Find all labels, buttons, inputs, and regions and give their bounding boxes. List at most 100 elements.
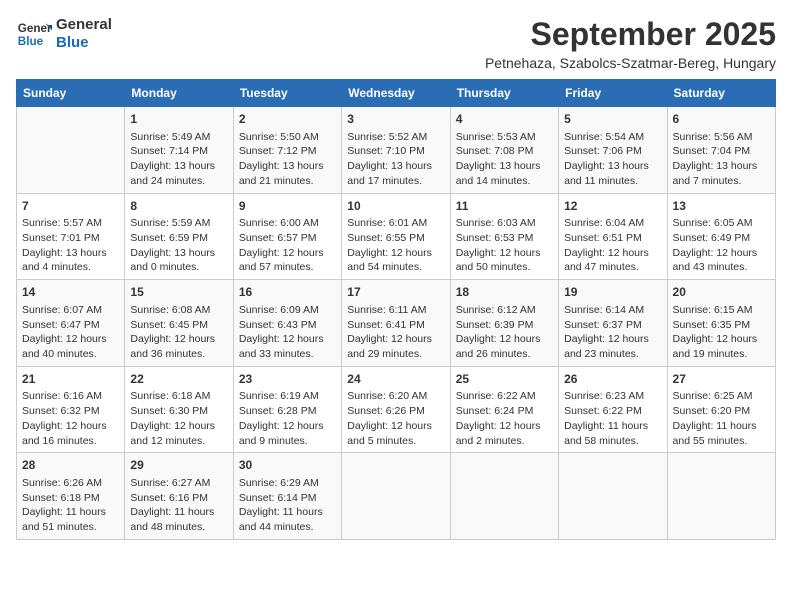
day-info: Sunrise: 5:57 AM Sunset: 7:01 PM Dayligh… xyxy=(22,216,119,275)
day-number: 29 xyxy=(130,457,227,474)
day-info: Sunrise: 6:01 AM Sunset: 6:55 PM Dayligh… xyxy=(347,216,444,275)
day-number: 28 xyxy=(22,457,119,474)
logo-text: General Blue xyxy=(56,16,112,52)
svg-text:General: General xyxy=(18,22,52,35)
calendar-week-row: 1 Sunrise: 5:49 AM Sunset: 7:14 PM Daylig… xyxy=(17,107,776,194)
calendar-cell xyxy=(450,453,558,540)
day-info: Sunrise: 6:22 AM Sunset: 6:24 PM Dayligh… xyxy=(456,389,553,448)
day-number: 16 xyxy=(239,284,336,301)
calendar-week-row: 21Sunrise: 6:16 AM Sunset: 6:32 PM Dayli… xyxy=(17,366,776,453)
title-area: September 2025 Petnehaza, Szabolcs-Szatm… xyxy=(485,16,776,71)
calendar-cell xyxy=(559,453,667,540)
calendar-week-row: 14Sunrise: 6:07 AM Sunset: 6:47 PM Dayli… xyxy=(17,280,776,367)
svg-text:Blue: Blue xyxy=(18,35,44,48)
day-number: 5 xyxy=(564,111,661,128)
day-info: Sunrise: 5:50 AM Sunset: 7:12 PM Dayligh… xyxy=(239,130,336,189)
day-number: 18 xyxy=(456,284,553,301)
calendar-cell: 24Sunrise: 6:20 AM Sunset: 6:26 PM Dayli… xyxy=(342,366,450,453)
calendar-cell: 30 Sunrise: 6:29 AM Sunset: 6:14 PM Dayli… xyxy=(233,453,341,540)
day-number: 3 xyxy=(347,111,444,128)
calendar-cell: 2 Sunrise: 5:50 AM Sunset: 7:12 PM Daylig… xyxy=(233,107,341,194)
day-info: Sunrise: 5:56 AM Sunset: 7:04 PM Dayligh… xyxy=(673,130,770,189)
day-info: Sunrise: 6:14 AM Sunset: 6:37 PM Dayligh… xyxy=(564,303,661,362)
day-info: Sunrise: 5:53 AM Sunset: 7:08 PM Dayligh… xyxy=(456,130,553,189)
day-info: Sunrise: 6:12 AM Sunset: 6:39 PM Dayligh… xyxy=(456,303,553,362)
calendar-week-row: 28Sunrise: 6:26 AM Sunset: 6:18 PM Dayli… xyxy=(17,453,776,540)
calendar-cell: 10Sunrise: 6:01 AM Sunset: 6:55 PM Dayli… xyxy=(342,193,450,280)
weekday-header: Thursday xyxy=(450,80,558,107)
day-number: 1 xyxy=(130,111,227,128)
day-info: Sunrise: 6:16 AM Sunset: 6:32 PM Dayligh… xyxy=(22,389,119,448)
day-number: 12 xyxy=(564,198,661,215)
calendar-cell: 16Sunrise: 6:09 AM Sunset: 6:43 PM Dayli… xyxy=(233,280,341,367)
day-info: Sunrise: 5:59 AM Sunset: 6:59 PM Dayligh… xyxy=(130,216,227,275)
day-number: 15 xyxy=(130,284,227,301)
logo: General Blue General Blue xyxy=(16,16,112,52)
calendar-cell: 11Sunrise: 6:03 AM Sunset: 6:53 PM Dayli… xyxy=(450,193,558,280)
calendar-cell: 6 Sunrise: 5:56 AM Sunset: 7:04 PM Daylig… xyxy=(667,107,775,194)
day-number: 25 xyxy=(456,371,553,388)
weekday-header: Wednesday xyxy=(342,80,450,107)
calendar-cell xyxy=(342,453,450,540)
day-info: Sunrise: 6:03 AM Sunset: 6:53 PM Dayligh… xyxy=(456,216,553,275)
day-number: 2 xyxy=(239,111,336,128)
header: General Blue General Blue September 2025… xyxy=(16,16,776,71)
calendar-cell: 3 Sunrise: 5:52 AM Sunset: 7:10 PM Daylig… xyxy=(342,107,450,194)
day-number: 9 xyxy=(239,198,336,215)
calendar-cell: 21Sunrise: 6:16 AM Sunset: 6:32 PM Dayli… xyxy=(17,366,125,453)
day-number: 23 xyxy=(239,371,336,388)
weekday-header: Monday xyxy=(125,80,233,107)
day-number: 24 xyxy=(347,371,444,388)
calendar-cell: 9Sunrise: 6:00 AM Sunset: 6:57 PM Daylig… xyxy=(233,193,341,280)
weekday-header: Tuesday xyxy=(233,80,341,107)
day-info: Sunrise: 6:20 AM Sunset: 6:26 PM Dayligh… xyxy=(347,389,444,448)
day-info: Sunrise: 6:18 AM Sunset: 6:30 PM Dayligh… xyxy=(130,389,227,448)
calendar-cell: 1 Sunrise: 5:49 AM Sunset: 7:14 PM Daylig… xyxy=(125,107,233,194)
day-info: Sunrise: 5:52 AM Sunset: 7:10 PM Dayligh… xyxy=(347,130,444,189)
day-info: Sunrise: 6:19 AM Sunset: 6:28 PM Dayligh… xyxy=(239,389,336,448)
day-number: 4 xyxy=(456,111,553,128)
weekday-header: Sunday xyxy=(17,80,125,107)
month-title: September 2025 xyxy=(485,16,776,53)
day-info: Sunrise: 6:29 AM Sunset: 6:14 PM Dayligh… xyxy=(239,476,336,535)
calendar-cell: 14Sunrise: 6:07 AM Sunset: 6:47 PM Dayli… xyxy=(17,280,125,367)
calendar-cell: 5Sunrise: 5:54 AM Sunset: 7:06 PM Daylig… xyxy=(559,107,667,194)
calendar-cell: 12Sunrise: 6:04 AM Sunset: 6:51 PM Dayli… xyxy=(559,193,667,280)
day-number: 11 xyxy=(456,198,553,215)
calendar-cell xyxy=(17,107,125,194)
calendar-cell: 27Sunrise: 6:25 AM Sunset: 6:20 PM Dayli… xyxy=(667,366,775,453)
calendar-cell: 23Sunrise: 6:19 AM Sunset: 6:28 PM Dayli… xyxy=(233,366,341,453)
weekday-header: Saturday xyxy=(667,80,775,107)
day-number: 13 xyxy=(673,198,770,215)
calendar-cell: 15Sunrise: 6:08 AM Sunset: 6:45 PM Dayli… xyxy=(125,280,233,367)
calendar-cell: 20 Sunrise: 6:15 AM Sunset: 6:35 PM Dayli… xyxy=(667,280,775,367)
day-number: 19 xyxy=(564,284,661,301)
calendar-table: SundayMondayTuesdayWednesdayThursdayFrid… xyxy=(16,79,776,540)
day-number: 6 xyxy=(673,111,770,128)
day-info: Sunrise: 6:15 AM Sunset: 6:35 PM Dayligh… xyxy=(673,303,770,362)
day-number: 26 xyxy=(564,371,661,388)
calendar-cell: 7Sunrise: 5:57 AM Sunset: 7:01 PM Daylig… xyxy=(17,193,125,280)
calendar-cell: 4 Sunrise: 5:53 AM Sunset: 7:08 PM Daylig… xyxy=(450,107,558,194)
calendar-cell: 19 Sunrise: 6:14 AM Sunset: 6:37 PM Dayli… xyxy=(559,280,667,367)
logo-blue: Blue xyxy=(56,34,89,51)
day-info: Sunrise: 6:05 AM Sunset: 6:49 PM Dayligh… xyxy=(673,216,770,275)
day-info: Sunrise: 6:04 AM Sunset: 6:51 PM Dayligh… xyxy=(564,216,661,275)
day-number: 22 xyxy=(130,371,227,388)
calendar-cell: 26Sunrise: 6:23 AM Sunset: 6:22 PM Dayli… xyxy=(559,366,667,453)
day-info: Sunrise: 6:25 AM Sunset: 6:20 PM Dayligh… xyxy=(673,389,770,448)
day-number: 10 xyxy=(347,198,444,215)
calendar-cell: 17 Sunrise: 6:11 AM Sunset: 6:41 PM Dayli… xyxy=(342,280,450,367)
day-number: 20 xyxy=(673,284,770,301)
location-title: Petnehaza, Szabolcs-Szatmar-Bereg, Hunga… xyxy=(485,55,776,71)
calendar-cell: 25Sunrise: 6:22 AM Sunset: 6:24 PM Dayli… xyxy=(450,366,558,453)
logo-general: General xyxy=(56,16,112,33)
day-info: Sunrise: 6:00 AM Sunset: 6:57 PM Dayligh… xyxy=(239,216,336,275)
day-info: Sunrise: 6:11 AM Sunset: 6:41 PM Dayligh… xyxy=(347,303,444,362)
calendar-cell: 8Sunrise: 5:59 AM Sunset: 6:59 PM Daylig… xyxy=(125,193,233,280)
weekday-header: Friday xyxy=(559,80,667,107)
day-info: Sunrise: 5:49 AM Sunset: 7:14 PM Dayligh… xyxy=(130,130,227,189)
day-number: 17 xyxy=(347,284,444,301)
calendar-week-row: 7Sunrise: 5:57 AM Sunset: 7:01 PM Daylig… xyxy=(17,193,776,280)
day-number: 30 xyxy=(239,457,336,474)
